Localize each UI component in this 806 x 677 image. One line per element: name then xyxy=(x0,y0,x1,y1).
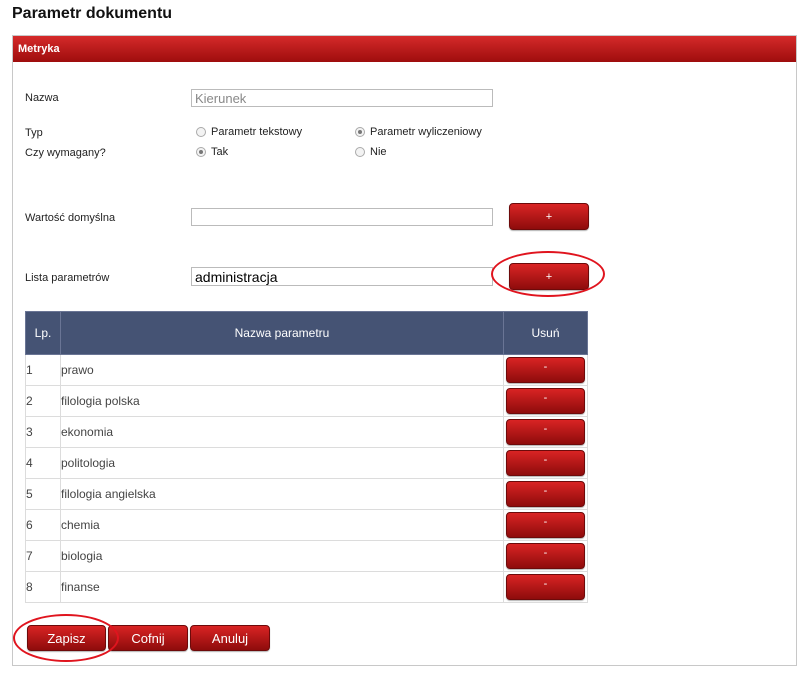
row-lp: 4 xyxy=(25,447,61,479)
row-lp: 6 xyxy=(25,509,61,541)
table-row: 3 ekonomia - xyxy=(25,416,588,448)
row-name: ekonomia xyxy=(60,416,504,448)
row-lp: 8 xyxy=(25,571,61,603)
default-add-button[interactable]: + xyxy=(509,203,589,230)
radio-label: Parametr tekstowy xyxy=(211,126,303,138)
table-header-row: Lp. Nazwa parametru Usuń xyxy=(25,311,588,355)
table-row: 1 prawo - xyxy=(25,354,588,386)
metryka-panel: Metryka Nazwa Typ Parametr tekstowy Para… xyxy=(12,35,797,666)
row-name: filologia angielska xyxy=(60,478,504,510)
default-value-input[interactable] xyxy=(191,208,493,226)
row-name: filologia polska xyxy=(60,385,504,417)
save-button[interactable]: Zapisz xyxy=(27,625,106,651)
remove-row-button[interactable]: - xyxy=(506,388,585,414)
radio-checked-icon xyxy=(355,127,365,137)
row-lp: 5 xyxy=(25,478,61,510)
row-name: prawo xyxy=(60,354,504,386)
radio-icon xyxy=(196,127,206,137)
row-lp: 2 xyxy=(25,385,61,417)
required-yes-radio[interactable]: Tak xyxy=(196,145,228,159)
params-input[interactable] xyxy=(191,267,493,286)
row-name: politologia xyxy=(60,447,504,479)
radio-label: Parametr wyliczeniowy xyxy=(370,126,482,138)
header-remove: Usuń xyxy=(503,311,588,355)
panel-header: Metryka xyxy=(13,36,796,62)
row-lp: 1 xyxy=(25,354,61,386)
remove-row-button[interactable]: - xyxy=(506,419,585,445)
remove-row-button[interactable]: - xyxy=(506,574,585,600)
params-table: Lp. Nazwa parametru Usuń 1 prawo - 2 fil… xyxy=(25,311,588,603)
default-value-label: Wartość domyślna xyxy=(25,212,116,224)
remove-row-button[interactable]: - xyxy=(506,512,585,538)
type-text-radio[interactable]: Parametr tekstowy xyxy=(196,125,302,139)
required-label: Czy wymagany? xyxy=(25,147,106,159)
header-name: Nazwa parametru xyxy=(60,311,504,355)
table-row: 2 filologia polska - xyxy=(25,385,588,417)
remove-row-button[interactable]: - xyxy=(506,357,585,383)
row-name: finanse xyxy=(60,571,504,603)
radio-label: Tak xyxy=(211,146,229,158)
page-title: Parametr dokumentu xyxy=(12,5,173,22)
table-row: 5 filologia angielska - xyxy=(25,478,588,510)
radio-label: Nie xyxy=(370,146,387,158)
required-no-radio[interactable]: Nie xyxy=(355,145,387,159)
params-add-button[interactable]: + xyxy=(509,263,589,290)
table-row: 6 chemia - xyxy=(25,509,588,541)
row-name: biologia xyxy=(60,540,504,572)
row-name: chemia xyxy=(60,509,504,541)
name-label: Nazwa xyxy=(25,92,59,104)
remove-row-button[interactable]: - xyxy=(506,543,585,569)
table-row: 8 finanse - xyxy=(25,571,588,603)
type-label: Typ xyxy=(25,127,43,139)
remove-row-button[interactable]: - xyxy=(506,450,585,476)
params-list-label: Lista parametrów xyxy=(25,272,110,284)
row-lp: 3 xyxy=(25,416,61,448)
cancel-button[interactable]: Anuluj xyxy=(190,625,270,651)
back-button[interactable]: Cofnij xyxy=(108,625,188,651)
type-calc-radio[interactable]: Parametr wyliczeniowy xyxy=(355,125,482,139)
table-row: 7 biologia - xyxy=(25,540,588,572)
remove-row-button[interactable]: - xyxy=(506,481,585,507)
radio-checked-icon xyxy=(196,147,206,157)
table-row: 4 politologia - xyxy=(25,447,588,479)
header-lp: Lp. xyxy=(25,311,61,355)
name-input[interactable] xyxy=(191,89,493,107)
radio-icon xyxy=(355,147,365,157)
row-lp: 7 xyxy=(25,540,61,572)
